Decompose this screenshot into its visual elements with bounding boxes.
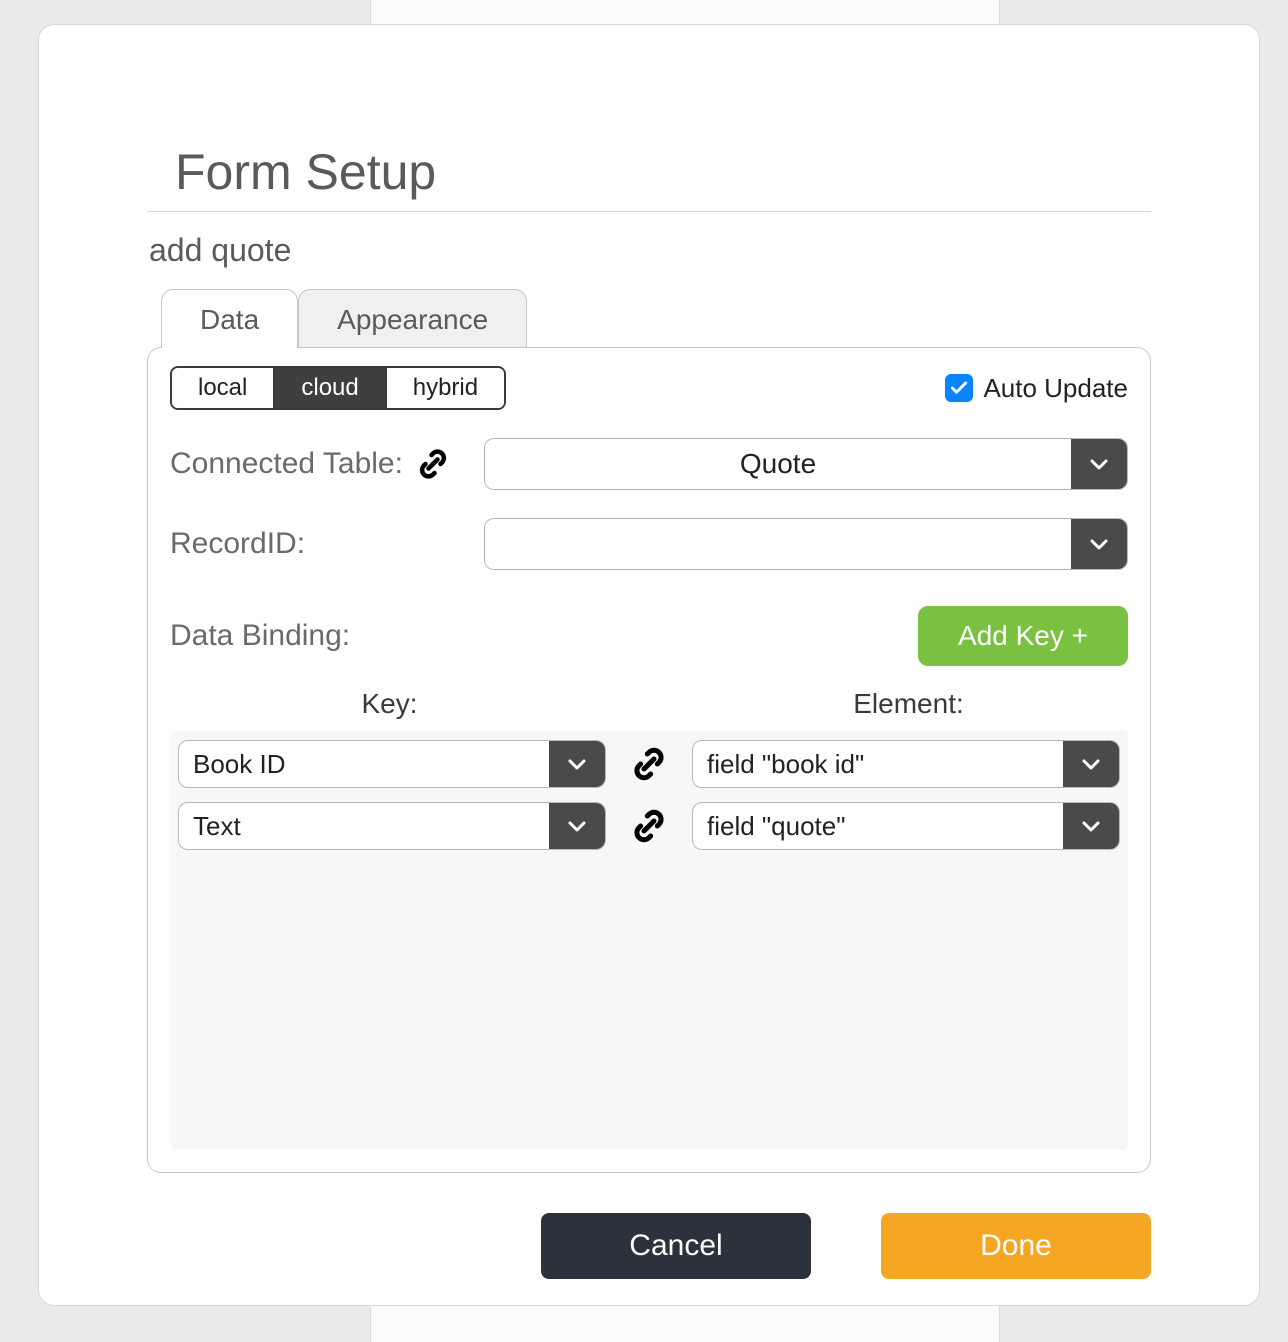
key-header: Key: (170, 688, 609, 720)
element-header: Element: (689, 688, 1128, 720)
chevron-down-icon (549, 741, 605, 787)
check-icon (949, 378, 969, 398)
form-setup-modal: Form Setup add quote Data Appearance loc… (38, 24, 1260, 1306)
modal-footer: Cancel Done (147, 1213, 1151, 1279)
tab-bar: Data Appearance (161, 289, 1151, 348)
storage-mode-local[interactable]: local (172, 368, 275, 408)
chevron-down-icon (549, 803, 605, 849)
chevron-down-icon (1071, 519, 1127, 569)
modal-title: Form Setup (175, 143, 1151, 201)
tab-appearance[interactable]: Appearance (298, 289, 527, 348)
binding-key-value: Text (179, 803, 549, 849)
auto-update-label: Auto Update (983, 373, 1128, 404)
binding-row: Book ID field "book id" (178, 740, 1120, 788)
link-icon (606, 806, 692, 846)
connected-table-value: Quote (485, 439, 1071, 489)
binding-list: Book ID field "book id" (170, 730, 1128, 1150)
connected-table-label: Connected Table: (170, 446, 470, 482)
storage-mode-segment: local cloud hybrid (170, 366, 506, 410)
cancel-button[interactable]: Cancel (541, 1213, 811, 1279)
tab-panel-data: local cloud hybrid Auto Update Connected… (147, 347, 1151, 1173)
link-icon (606, 744, 692, 784)
storage-mode-cloud[interactable]: cloud (275, 368, 386, 408)
link-icon (415, 446, 451, 482)
chevron-down-icon (1063, 741, 1119, 787)
storage-mode-hybrid[interactable]: hybrid (387, 368, 504, 408)
binding-key-value: Book ID (179, 741, 549, 787)
auto-update-checkbox[interactable] (945, 374, 973, 402)
binding-element-value: field "book id" (693, 741, 1063, 787)
modal-subtitle: add quote (149, 232, 1151, 269)
record-id-label: RecordID: (170, 527, 470, 561)
data-binding-label: Data Binding: (170, 619, 350, 653)
record-id-value (485, 519, 1071, 569)
title-divider (147, 211, 1151, 212)
binding-element-select[interactable]: field "quote" (692, 802, 1120, 850)
binding-element-value: field "quote" (693, 803, 1063, 849)
add-key-button[interactable]: Add Key + (918, 606, 1128, 666)
chevron-down-icon (1063, 803, 1119, 849)
binding-key-select[interactable]: Text (178, 802, 606, 850)
connected-table-select[interactable]: Quote (484, 438, 1128, 490)
record-id-select[interactable] (484, 518, 1128, 570)
done-button[interactable]: Done (881, 1213, 1151, 1279)
chevron-down-icon (1071, 439, 1127, 489)
binding-row: Text field "quote" (178, 802, 1120, 850)
binding-key-select[interactable]: Book ID (178, 740, 606, 788)
tab-data[interactable]: Data (161, 289, 298, 348)
auto-update-toggle[interactable]: Auto Update (945, 373, 1128, 404)
binding-column-headers: Key: Element: (170, 688, 1128, 720)
binding-element-select[interactable]: field "book id" (692, 740, 1120, 788)
